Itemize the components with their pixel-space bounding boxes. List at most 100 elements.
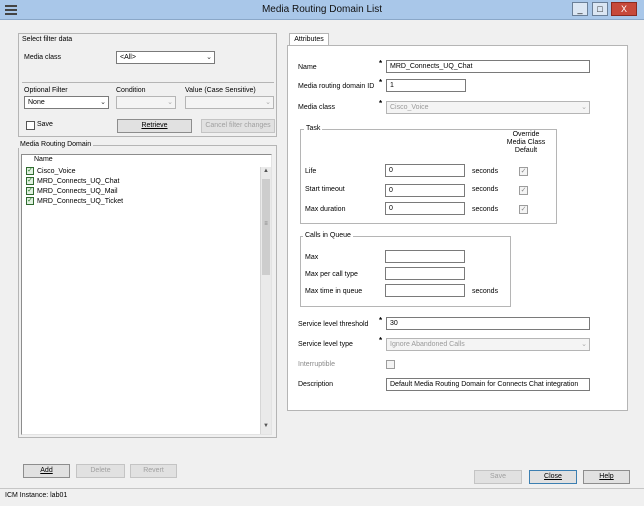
save-button[interactable]: Save — [474, 470, 522, 484]
retrieve-button-label: Retrieve — [141, 122, 168, 129]
list-item[interactable]: ✓ MRD_Connects_UQ_Mail — [26, 187, 118, 197]
life-unit: seconds — [472, 168, 499, 175]
start-timeout-input[interactable]: 0 — [385, 184, 465, 197]
condition-select[interactable]: ⌄ — [116, 96, 176, 109]
max-time-in-queue-label: Max time in queue — [305, 288, 363, 295]
maximize-button[interactable]: □ — [592, 2, 608, 16]
override-header: Override Media Class Default — [506, 131, 546, 154]
name-input[interactable]: MRD_Connects_UQ_Chat — [386, 60, 590, 73]
task-group-title: Task — [304, 125, 323, 132]
chevron-down-icon: ⌄ — [167, 99, 173, 106]
optional-filter-value: None — [28, 99, 45, 106]
close-button-label: Close — [544, 473, 562, 480]
mrd-icon: ✓ — [26, 197, 34, 206]
interruptible-label: Interruptible — [298, 361, 335, 368]
media-routing-domain-group-title: Media Routing Domain — [18, 141, 94, 148]
description-label: Description — [298, 381, 334, 388]
start-timeout-override-checkbox[interactable]: ✓ — [519, 186, 528, 195]
chevron-down-icon: ⌄ — [581, 341, 587, 348]
media-class-label: Media class — [298, 104, 335, 111]
max-time-in-queue-input[interactable] — [385, 284, 465, 297]
media-class-filter-select[interactable]: <All> ⌄ — [116, 51, 215, 64]
mrd-tree[interactable]: Name ✓ Cisco_Voice ✓ MRD_Connects_UQ_Chat … — [21, 154, 272, 435]
minimize-button[interactable]: _ — [572, 2, 588, 16]
revert-button[interactable]: Revert — [130, 464, 177, 478]
service-level-type-label: Service level type — [298, 341, 353, 348]
title-bar: Media Routing Domain List _ □ X — [0, 0, 644, 20]
media-class-filter-value: <All> — [120, 54, 136, 61]
chevron-down-icon: ⌄ — [100, 99, 106, 106]
life-override-checkbox[interactable]: ✓ — [519, 167, 528, 176]
max-calls-label: Max — [305, 254, 319, 261]
mrd-id-required-mark: * — [379, 78, 383, 87]
add-button[interactable]: Add — [23, 464, 70, 478]
status-text: ICM Instance: lab01 — [5, 492, 68, 499]
max-duration-label: Max duration — [305, 206, 346, 213]
max-per-call-type-input[interactable] — [385, 267, 465, 280]
condition-label: Condition — [116, 87, 146, 94]
list-item-label: MRD_Connects_UQ_Chat — [37, 178, 120, 185]
start-timeout-label: Start timeout — [305, 186, 345, 193]
scroll-up-icon[interactable]: ▲ — [261, 168, 271, 174]
list-item[interactable]: ✓ MRD_Connects_UQ_Chat — [26, 177, 119, 187]
mrd-icon: ✓ — [26, 187, 34, 196]
service-level-type-value: Ignore Abandoned Calls — [390, 341, 465, 348]
filter-group-title: Select filter data — [22, 36, 73, 43]
grip-icon: ≡ — [264, 221, 268, 227]
scroll-thumb[interactable] — [262, 179, 270, 275]
media-class-required-mark: * — [379, 99, 383, 108]
service-level-type-select[interactable]: Ignore Abandoned Calls ⌄ — [386, 338, 590, 351]
chevron-down-icon: ⌄ — [581, 104, 587, 111]
value-select[interactable]: ⌄ — [185, 96, 274, 109]
help-button[interactable]: Help — [583, 470, 630, 484]
name-required-mark: * — [379, 59, 383, 68]
filter-divider — [22, 82, 274, 83]
service-level-threshold-label: Service level threshold — [298, 321, 369, 328]
start-timeout-unit: seconds — [472, 186, 499, 193]
mrd-icon: ✓ — [26, 167, 34, 176]
media-class-select[interactable]: Cisco_Voice ⌄ — [386, 101, 590, 114]
life-input[interactable]: 0 — [385, 164, 465, 177]
service-level-type-required-mark: * — [379, 336, 383, 345]
max-duration-input[interactable]: 0 — [385, 202, 465, 215]
optional-filter-label: Optional Filter — [24, 87, 68, 94]
max-time-in-queue-unit: seconds — [472, 288, 499, 295]
interruptible-checkbox[interactable] — [386, 360, 395, 369]
help-button-label: Help — [599, 473, 614, 480]
close-button[interactable]: Close — [529, 470, 577, 484]
name-column-header: Name — [34, 156, 53, 163]
mrd-id-input[interactable]: 1 — [386, 79, 466, 92]
save-filter-checkbox[interactable] — [26, 121, 35, 130]
scroll-down-icon[interactable]: ▼ — [261, 423, 271, 429]
cancel-filter-changes-button[interactable]: Cancel filter changes — [201, 119, 275, 133]
optional-filter-select[interactable]: None ⌄ — [24, 96, 109, 109]
window-title: Media Routing Domain List — [261, 4, 383, 15]
list-item-label: Cisco_Voice — [37, 168, 76, 175]
list-item[interactable]: ✓ MRD_Connects_UQ_Ticket — [26, 197, 123, 207]
max-duration-unit: seconds — [472, 206, 499, 213]
list-item-label: MRD_Connects_UQ_Mail — [37, 188, 118, 195]
list-scrollbar[interactable]: ▲ ≡ ▼ — [260, 167, 271, 434]
max-calls-input[interactable] — [385, 250, 465, 263]
chevron-down-icon: ⌄ — [265, 99, 271, 106]
retrieve-button[interactable]: Retrieve — [117, 119, 192, 133]
name-label: Name — [298, 64, 317, 71]
save-filter-label: Save — [37, 121, 53, 128]
media-class-value: Cisco_Voice — [390, 104, 429, 111]
list-item[interactable]: ✓ Cisco_Voice — [26, 167, 76, 177]
tab-attributes[interactable]: Attributes — [289, 33, 329, 45]
service-level-threshold-input[interactable]: 30 — [386, 317, 590, 330]
life-label: Life — [305, 168, 317, 175]
close-window-button[interactable]: X — [611, 2, 637, 16]
service-level-threshold-required-mark: * — [379, 316, 383, 325]
list-item-label: MRD_Connects_UQ_Ticket — [37, 198, 124, 205]
calls-in-queue-title: Calls in Queue — [303, 232, 353, 239]
max-per-call-type-label: Max per call type — [305, 271, 358, 278]
max-duration-override-checkbox[interactable]: ✓ — [519, 205, 528, 214]
attributes-panel — [287, 45, 628, 411]
media-class-filter-label: Media class — [24, 54, 61, 61]
mrd-icon: ✓ — [26, 177, 34, 186]
delete-button[interactable]: Delete — [76, 464, 125, 478]
status-bar: ICM Instance: lab01 — [0, 488, 644, 506]
description-input[interactable]: Default Media Routing Domain for Connect… — [386, 378, 590, 391]
